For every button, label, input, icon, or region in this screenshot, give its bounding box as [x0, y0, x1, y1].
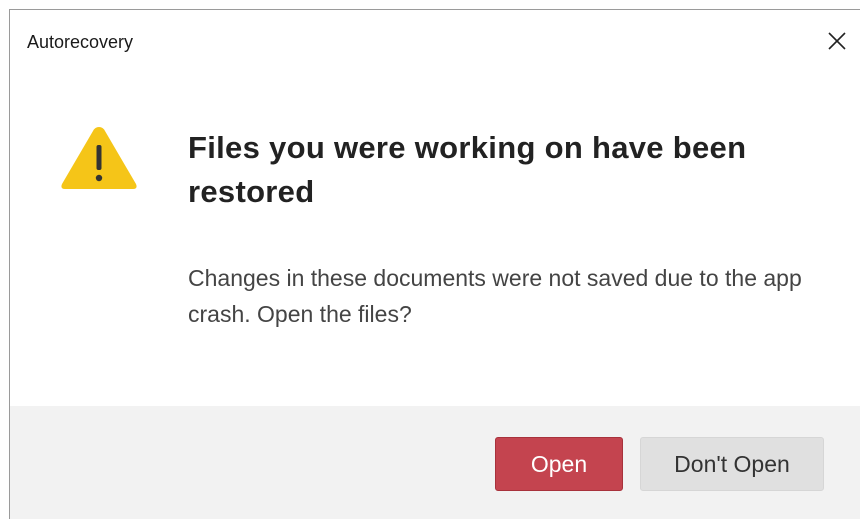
- warning-icon: [61, 127, 137, 189]
- close-icon: [828, 32, 846, 50]
- dialog-title: Autorecovery: [27, 32, 134, 52]
- dialog-footer: Open Don't Open: [10, 406, 860, 519]
- autorecovery-dialog: Autorecovery Files you were working on h…: [9, 9, 860, 519]
- dialog-heading: Files you were working on have been rest…: [188, 130, 747, 209]
- dont-open-button[interactable]: Don't Open: [640, 437, 824, 491]
- title-bar: Autorecovery: [10, 10, 860, 72]
- close-button[interactable]: [814, 18, 860, 64]
- dialog-message: Changes in these documents were not save…: [188, 265, 802, 327]
- open-button[interactable]: Open: [495, 437, 623, 491]
